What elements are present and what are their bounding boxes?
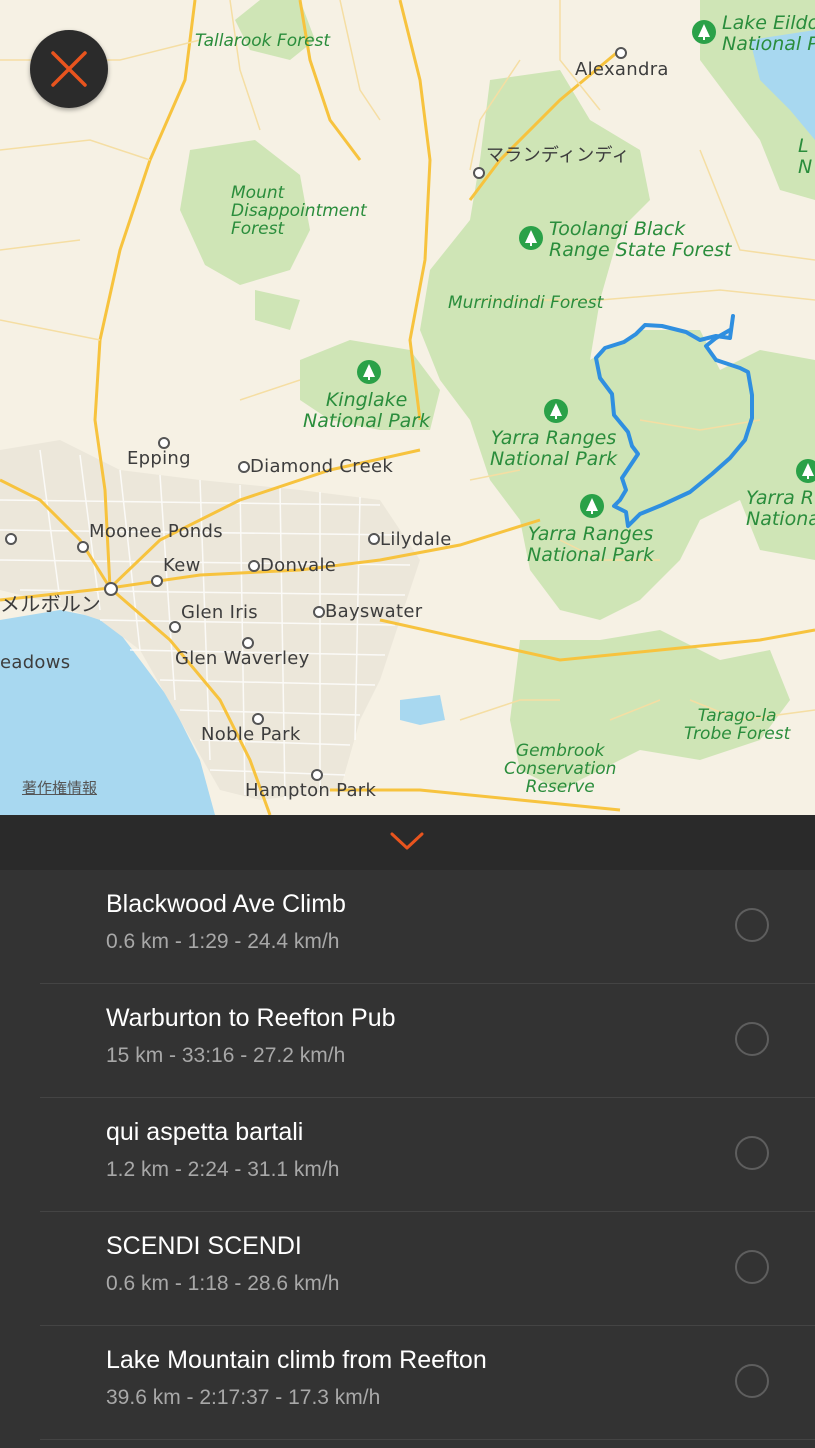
segment-select-radio[interactable] — [735, 908, 769, 942]
segment-row[interactable]: Lake Mountain climb from Reefton 39.6 km… — [40, 1326, 815, 1440]
map-dot-alexandra — [615, 47, 627, 59]
map-label-marysville: マランディンディ — [486, 145, 630, 166]
map-dot-melbourne — [104, 582, 118, 596]
map-label-toolangi: Toolangi Black Range State Forest — [549, 218, 732, 261]
segment-stats: 1.2 km - 2:24 - 31.1 km/h — [106, 1158, 340, 1181]
map-label-hampton-park: Hampton Park — [245, 780, 377, 801]
map-label-murrindindi-forest: Murrindindi Forest — [448, 293, 604, 313]
map-dot-glen-iris — [169, 621, 181, 633]
park-tree-icon — [580, 494, 604, 518]
segment-name: Lake Mountain climb from Reefton — [106, 1346, 487, 1374]
map-label-bayswater: Bayswater — [325, 601, 423, 622]
segment-name: SCENDI SCENDI — [106, 1232, 302, 1260]
map-dot-bayswater — [313, 606, 325, 618]
close-icon — [51, 51, 87, 87]
segment-row[interactable]: SCENDI SCENDI 0.6 km - 1:18 - 28.6 km/h — [40, 1212, 815, 1326]
close-button[interactable] — [30, 30, 108, 108]
segment-stats: 0.6 km - 1:18 - 28.6 km/h — [106, 1272, 340, 1295]
map-label-kew: Kew — [163, 555, 201, 576]
map-label-gembrook: Gembrook Conservation Reserve — [504, 741, 617, 797]
map-dot-moonee-ponds — [77, 541, 89, 553]
map-label-noble-park: Noble Park — [201, 724, 301, 745]
map-label-diamond-creek: Diamond Creek — [250, 456, 394, 477]
segment-row[interactable]: Warburton to Reefton Pub 15 km - 33:16 -… — [40, 984, 815, 1098]
map-dot-diamond-creek — [238, 461, 250, 473]
map-dot-kew — [151, 575, 163, 587]
map-dot-donvale — [248, 560, 260, 572]
segment-name: Blackwood Ave Climb — [106, 890, 346, 918]
map-label-yarra-ranges-3: Yarra R Nationa — [746, 487, 815, 530]
map-label-mount-disappointment: Mount Disappointment Forest — [231, 183, 367, 239]
map-label-lilydale: Lilydale — [380, 529, 452, 550]
segment-list[interactable]: Blackwood Ave Climb 0.6 km - 1:29 - 24.4… — [0, 870, 815, 1448]
segment-select-radio[interactable] — [735, 1364, 769, 1398]
map-label-yarra-ranges-2: Yarra Ranges National Park — [527, 523, 655, 566]
segment-select-radio[interactable] — [735, 1022, 769, 1056]
map-label-melbourne: メルボルン — [0, 592, 102, 616]
map-dot-lilydale — [368, 533, 380, 545]
map-label-glen-waverley: Glen Waverley — [175, 648, 310, 669]
segment-select-radio[interactable] — [735, 1250, 769, 1284]
map-label-moonee-ponds: Moonee Ponds — [89, 521, 223, 542]
segment-name: Warburton to Reefton Pub — [106, 1004, 396, 1032]
map-label-yarra-ranges-1: Yarra Ranges National Park — [490, 427, 618, 470]
chevron-down-icon — [390, 832, 424, 850]
park-tree-icon — [357, 360, 381, 384]
map-label-lake-eildon: Lake Eildo National P — [722, 12, 815, 55]
map-dot-marysville — [473, 167, 485, 179]
park-tree-icon — [692, 20, 716, 44]
segment-stats: 15 km - 33:16 - 27.2 km/h — [106, 1044, 346, 1067]
park-tree-icon — [796, 459, 815, 483]
park-tree-icon — [519, 226, 543, 250]
segment-stats: 0.6 km - 1:29 - 24.4 km/h — [106, 930, 340, 953]
map-label-kinglake: Kinglake National Park — [303, 389, 431, 432]
park-tree-icon — [544, 399, 568, 423]
map-attribution-link[interactable]: 著作権情報 — [22, 777, 97, 798]
map-label-tarago: Tarago-la Trobe Forest — [684, 706, 791, 744]
map-dot-west — [5, 533, 17, 545]
map-label-tallarook-forest: Tallarook Forest — [195, 31, 331, 51]
map-label-epping: Epping — [127, 448, 191, 469]
segment-row[interactable]: Blackwood Ave Climb 0.6 km - 1:29 - 24.4… — [40, 870, 815, 984]
panel-collapse-bar[interactable] — [0, 815, 815, 870]
map-label-lake-eildon-edge: L N — [798, 135, 813, 178]
segment-name: qui aspetta bartali — [106, 1118, 304, 1146]
segment-select-radio[interactable] — [735, 1136, 769, 1170]
map-label-alexandra: Alexandra — [575, 59, 669, 80]
map-label-meadows: eadows — [0, 652, 71, 673]
segment-row[interactable]: qui aspetta bartali 1.2 km - 2:24 - 31.1… — [40, 1098, 815, 1212]
map-view[interactable]: Alexandra マランディンディ Epping Diamond Creek … — [0, 0, 815, 815]
map-label-glen-iris: Glen Iris — [181, 602, 258, 623]
segment-stats: 39.6 km - 2:17:37 - 17.3 km/h — [106, 1386, 381, 1409]
map-label-donvale: Donvale — [260, 555, 337, 576]
